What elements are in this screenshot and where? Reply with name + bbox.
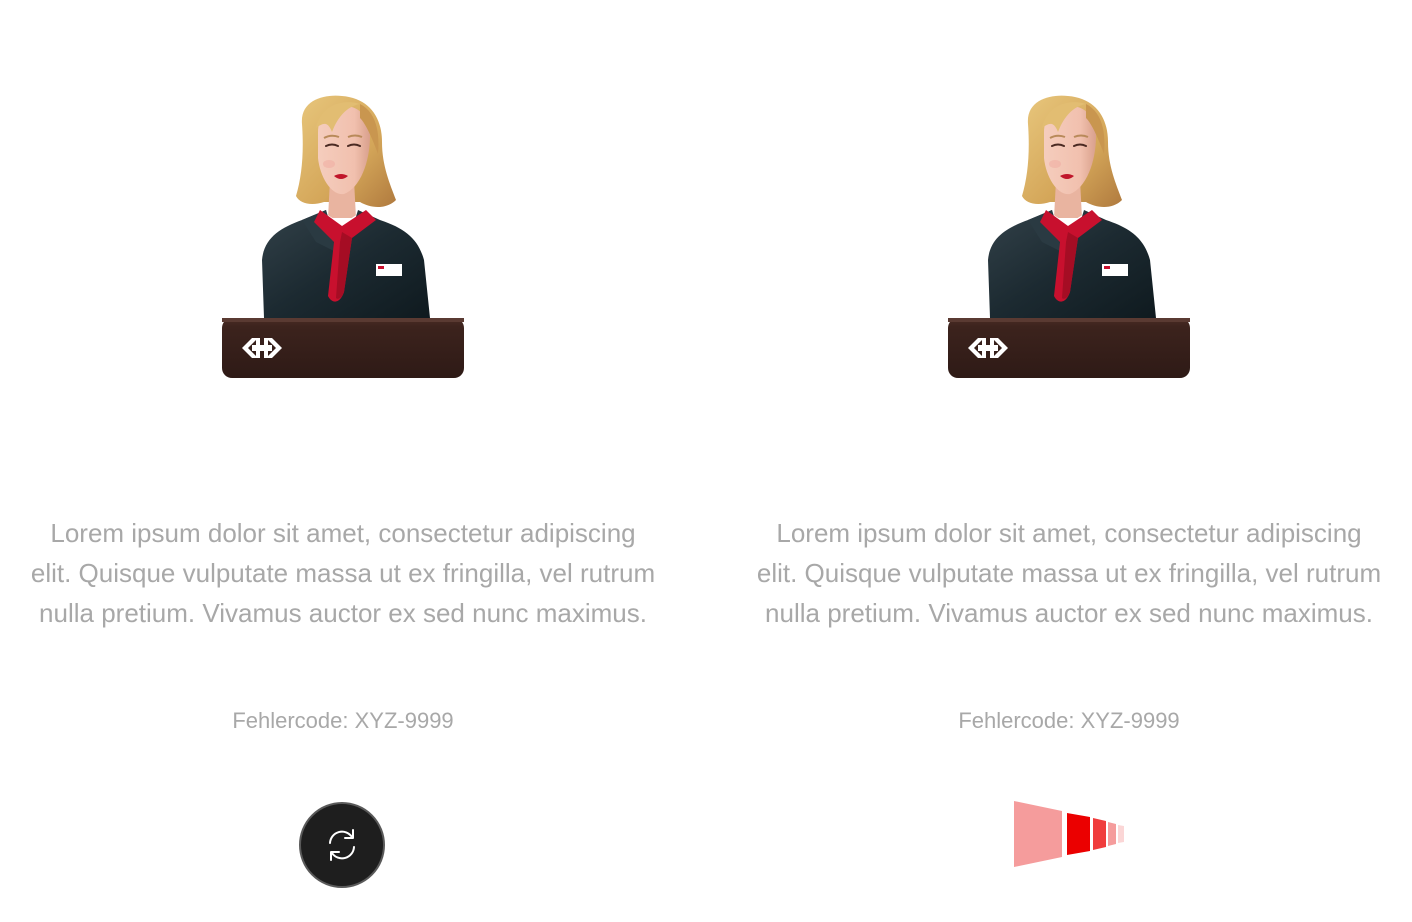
loader-segment [1108, 822, 1116, 846]
loader-segment [1093, 818, 1106, 850]
ticket-agent-illustration [947, 94, 1191, 379]
refresh-icon [329, 829, 355, 861]
loader-segment [1067, 813, 1090, 855]
error-panel-left: Lorem ipsum dolor sit amet, consectetur … [0, 0, 706, 922]
loader-segment [1014, 801, 1062, 867]
error-message: Lorem ipsum dolor sit amet, consectetur … [756, 518, 1382, 628]
loading-indicator [1014, 801, 1124, 867]
refresh-button[interactable] [299, 802, 385, 888]
error-code: Fehlercode: XYZ-9999 [232, 708, 454, 733]
error-message: Lorem ipsum dolor sit amet, consectetur … [30, 518, 656, 628]
ticket-agent-illustration [221, 94, 465, 379]
error-code: Fehlercode: XYZ-9999 [958, 708, 1180, 733]
error-panel-right: Lorem ipsum dolor sit amet, consectetur … [726, 0, 1412, 922]
loader-segment [1118, 825, 1124, 843]
